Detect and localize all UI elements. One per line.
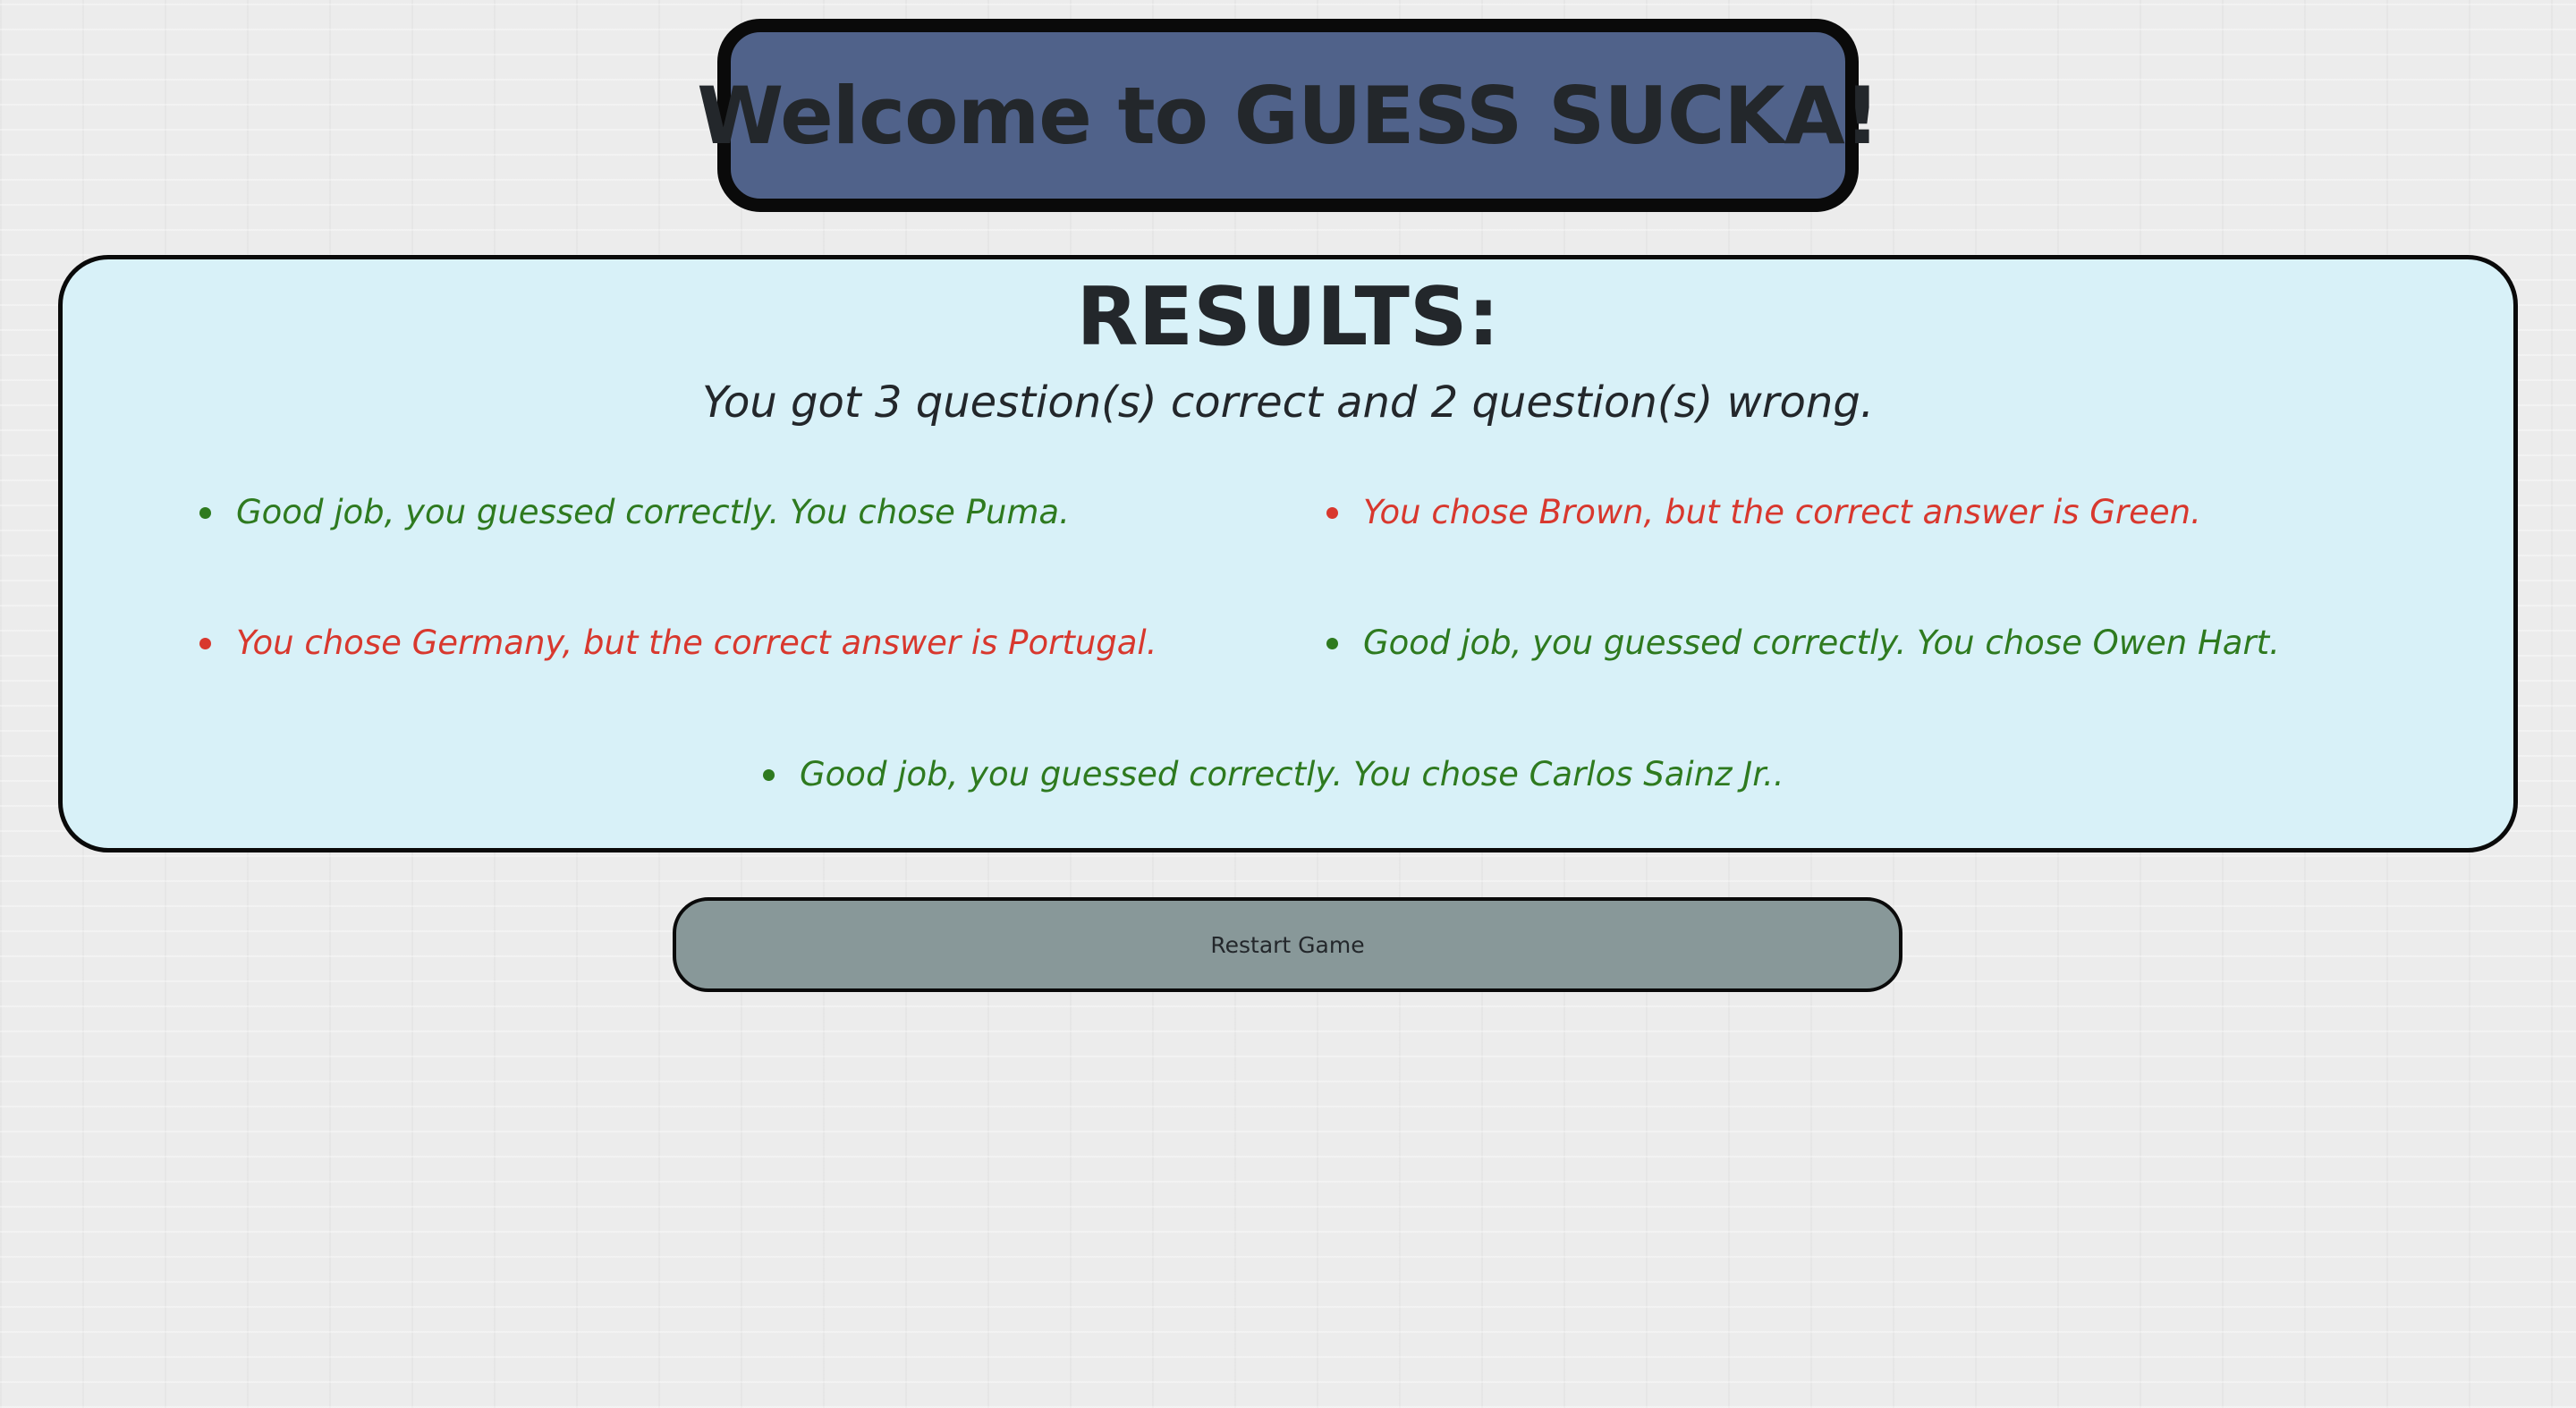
results-heading: RESULTS: <box>1076 270 1500 364</box>
results-summary: You got 3 question(s) correct and 2 ques… <box>701 377 1875 428</box>
bullet-icon <box>199 637 211 649</box>
restart-game-button[interactable]: Restart Game <box>673 897 1902 992</box>
result-item: You chose Germany, but the correct answe… <box>199 621 1157 666</box>
result-text: Good job, you guessed correctly. You cho… <box>1363 623 2280 662</box>
result-text: You chose Brown, but the correct answer … <box>1363 493 2201 531</box>
result-text: Good job, you guessed correctly. You cho… <box>236 493 1070 531</box>
result-text: You chose Germany, but the correct answe… <box>236 623 1157 662</box>
result-item: Good job, you guessed correctly. You cho… <box>199 490 1070 535</box>
bullet-icon <box>763 768 775 781</box>
result-text: Good job, you guessed correctly. You cho… <box>800 755 1784 793</box>
bullet-icon <box>1326 637 1338 649</box>
bullet-icon <box>1326 506 1338 519</box>
header-banner: Welcome to GUESS SUCKA! <box>697 19 1880 212</box>
results-panel: RESULTS: You got 3 question(s) correct a… <box>58 255 2518 852</box>
result-item: Good job, you guessed correctly. You cho… <box>1326 621 2280 666</box>
page-title: Welcome to GUESS SUCKA! <box>697 69 1880 162</box>
result-item: You chose Brown, but the correct answer … <box>1326 490 2201 535</box>
bullet-icon <box>199 506 211 519</box>
result-item: Good job, you guessed correctly. You cho… <box>763 752 1784 797</box>
